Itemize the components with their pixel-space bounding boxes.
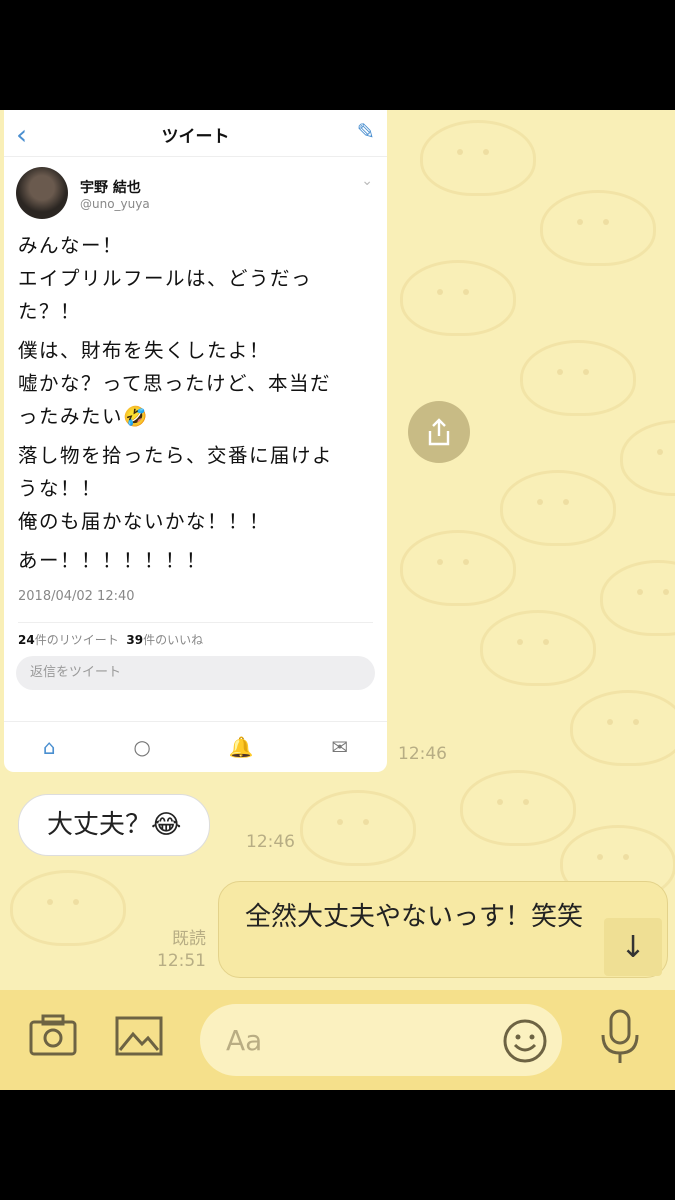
background-pattern (540, 190, 656, 266)
tweet-line: 俺のも届かないかな！！！ (18, 510, 271, 533)
tweet-stats: 24件のリツイート 39件のいいね (18, 622, 373, 648)
like-count: 39 (126, 633, 144, 647)
tweet-paragraph: 落し物を拾ったら、交番に届けよ うな！！ 俺のも届かないかな！！！ (18, 439, 373, 538)
camera-icon (29, 1014, 77, 1056)
message-input[interactable]: Aa (200, 1004, 562, 1076)
author-handle: @uno_yuya (80, 197, 150, 211)
reply-field: 返信をツイート (16, 656, 375, 690)
message-time: 12:46 (398, 744, 447, 764)
message-input-bar: Aa (0, 990, 675, 1090)
message-time: 12:51 (157, 951, 206, 971)
notification-icon: 🔔 (228, 735, 254, 759)
tweet-line: 嘘かな？って思ったけど、本当だ (18, 372, 332, 395)
tweet-screenshot-image[interactable]: ‹ ツイート ✎ 宇野 結也 @uno_yuya ⌄ みんなー！ エイプリルフー… (4, 110, 387, 772)
message-time: 12:46 (246, 832, 295, 852)
message-input-placeholder: Aa (226, 1024, 263, 1057)
tweet-line: あー！！！！！！！ (18, 549, 208, 572)
image-button[interactable] (114, 1012, 164, 1062)
home-indicator-area (0, 1090, 675, 1200)
chat-area[interactable]: ‹ ツイート ✎ 宇野 結也 @uno_yuya ⌄ みんなー！ エイプリルフー… (0, 110, 675, 990)
search-icon: ○ (133, 735, 151, 759)
microphone-button[interactable] (598, 1008, 642, 1070)
home-icon: ⌂ (42, 735, 56, 759)
read-label: 既読 (172, 929, 206, 949)
tweet-nav-bar: ⌂ ○ 🔔 ✉ (4, 721, 387, 772)
tweet-paragraph: みんなー！ エイプリルフールは、どうだっ た？！ (18, 229, 373, 328)
author-name: 宇野 結也 (80, 180, 141, 196)
background-pattern (420, 120, 536, 196)
background-pattern (570, 690, 675, 766)
share-icon (428, 418, 450, 446)
read-receipt: 既読 12:51 (150, 928, 206, 972)
scroll-to-bottom-button[interactable]: ↓ (604, 918, 662, 976)
compose-icon: ✎ (356, 120, 375, 145)
microphone-icon (601, 1009, 639, 1063)
background-pattern (10, 870, 126, 946)
background-pattern (400, 260, 516, 336)
tweet-line: うな！！ (18, 477, 103, 500)
tweet-line: 僕は、財布を失くしたよ！ (18, 339, 271, 362)
incoming-message-bubble[interactable]: 大丈夫？😂 (18, 794, 211, 856)
avatar (16, 167, 68, 219)
tweet-line: た？！ (18, 300, 82, 323)
camera-button[interactable] (28, 1012, 78, 1062)
background-pattern (500, 470, 616, 546)
image-icon (115, 1016, 163, 1056)
background-pattern (400, 530, 516, 606)
tweet-header-title: ツイート (161, 127, 230, 147)
emoji-icon (503, 1019, 547, 1063)
retweet-count: 24 (18, 633, 35, 647)
retweet-label: 件のリツイート (34, 633, 119, 647)
background-pattern (520, 340, 636, 416)
tweet-date: 2018/04/02 12:40 (18, 589, 135, 604)
emoji-button[interactable] (502, 1018, 548, 1068)
tweet-body: みんなー！ エイプリルフールは、どうだっ た？！ 僕は、財布を失くしたよ！ 嘘か… (4, 221, 387, 577)
tweet-line: 落し物を拾ったら、交番に届けよ (18, 444, 334, 467)
arrow-down-icon: ↓ (620, 929, 646, 965)
tweet-line: ったみたい🤣 (18, 405, 149, 428)
background-pattern (480, 610, 596, 686)
tweet-paragraph: あー！！！！！！！ (18, 544, 373, 577)
tweet-author: 宇野 結也 @uno_yuya ⌄ (4, 157, 387, 221)
background-pattern (620, 420, 675, 496)
background-pattern (460, 770, 576, 846)
tweet-paragraph: 僕は、財布を失くしたよ！ 嘘かな？って思ったけど、本当だ ったみたい🤣 (18, 334, 373, 433)
background-pattern (600, 560, 675, 636)
outgoing-message-bubble[interactable]: 全然大丈夫やないっす！笑笑 (218, 881, 668, 978)
tweet-header: ‹ ツイート ✎ (4, 110, 387, 157)
mail-icon: ✉ (331, 735, 349, 759)
like-label: 件のいいね (143, 633, 204, 647)
share-button[interactable] (408, 401, 470, 463)
outgoing-message-text: 全然大丈夫やないっす！笑笑 (245, 902, 584, 932)
background-pattern (300, 790, 416, 866)
chevron-down-icon: ⌄ (361, 173, 373, 189)
tweet-line: エイプリルフールは、どうだっ (18, 267, 313, 290)
tweet-line: みんなー！ (18, 234, 124, 257)
